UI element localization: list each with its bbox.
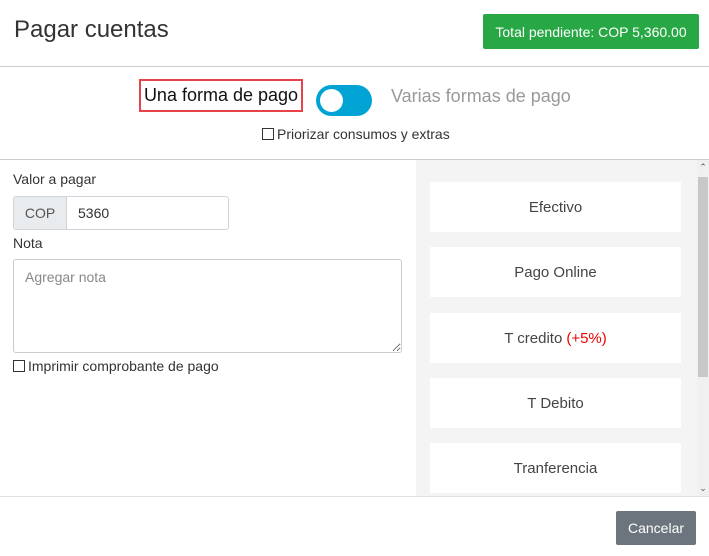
method-label: T credito: [504, 329, 563, 347]
print-receipt-checkbox[interactable]: Imprimir comprobante de pago: [13, 358, 219, 374]
currency-addon: COP: [13, 196, 67, 230]
amount-input[interactable]: [66, 196, 229, 230]
method-label: T Debito: [527, 394, 584, 412]
divider: [0, 496, 709, 497]
multiple-payment-label[interactable]: Varias formas de pago: [391, 86, 571, 107]
method-label: Efectivo: [528, 198, 583, 216]
checkbox-icon[interactable]: [13, 360, 25, 372]
method-t-credito[interactable]: T credito (+5%): [430, 313, 681, 363]
page-title: Pagar cuentas: [14, 16, 169, 43]
note-label: Nota: [13, 235, 43, 251]
payment-mode-toggle[interactable]: [316, 85, 372, 116]
note-textarea[interactable]: [13, 259, 402, 353]
single-payment-label[interactable]: Una forma de pago: [139, 79, 303, 112]
cancel-button[interactable]: Cancelar: [616, 511, 696, 545]
method-pago-online[interactable]: Pago Online: [430, 247, 681, 297]
checkbox-icon[interactable]: [262, 128, 274, 140]
scrollbar[interactable]: ⌃ ⌄: [697, 160, 709, 496]
scrollbar-thumb[interactable]: [698, 177, 708, 377]
method-label: Pago Online: [514, 263, 597, 281]
method-efectivo[interactable]: Efectivo: [430, 182, 681, 232]
scroll-down-icon[interactable]: ⌄: [697, 483, 709, 494]
method-t-debito[interactable]: T Debito: [430, 378, 681, 428]
prioritize-label: Priorizar consumos y extras: [277, 126, 450, 142]
total-pending-badge: Total pendiente: COP 5,360.00: [483, 14, 699, 49]
method-label: Tranferencia: [513, 459, 598, 477]
amount-label: Valor a pagar: [13, 171, 97, 187]
print-receipt-label: Imprimir comprobante de pago: [28, 358, 219, 374]
surcharge-label: (+5%): [566, 329, 607, 347]
toggle-knob: [320, 89, 343, 112]
payment-methods-list: Efectivo Pago Online T credito (+5%) T De…: [416, 160, 697, 496]
divider: [0, 66, 709, 67]
method-transferencia[interactable]: Tranferencia: [430, 443, 681, 493]
prioritize-checkbox[interactable]: Priorizar consumos y extras: [262, 126, 450, 142]
scroll-up-icon[interactable]: ⌃: [697, 162, 709, 173]
